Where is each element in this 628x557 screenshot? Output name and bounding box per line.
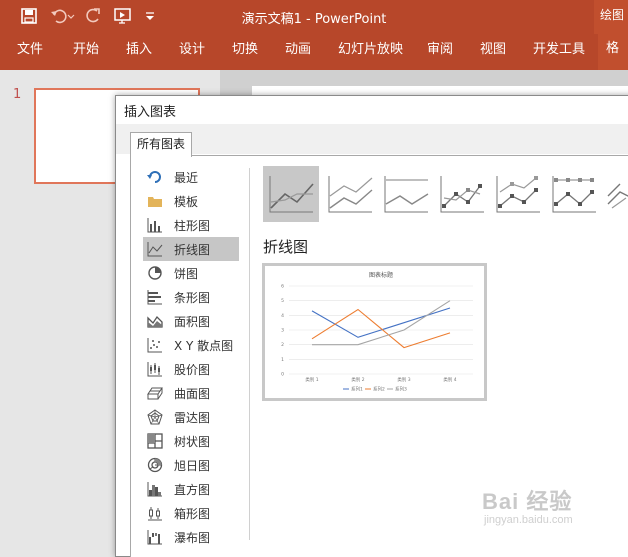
legend-label: 系列3 — [395, 386, 407, 393]
category-divider — [249, 168, 250, 540]
title-bar: 演示文稿1 - PowerPoint 绘图 — [0, 0, 628, 34]
category-label: 箱形图 — [174, 507, 211, 521]
tab-design[interactable]: 设计 — [179, 40, 205, 60]
category-label: 饼图 — [174, 267, 199, 281]
category-label: 折线图 — [174, 243, 211, 257]
area-chart-icon — [147, 313, 163, 329]
subtype-100-percent-stacked-line[interactable] — [378, 166, 434, 222]
subtype-heading: 折线图 — [263, 238, 309, 256]
tab-all-charts[interactable]: 所有图表 — [130, 132, 193, 157]
category-waterfall[interactable]: 瀑布图 — [143, 525, 239, 549]
subtype-100-percent-stacked-line-with-markers[interactable] — [546, 166, 602, 222]
dialog-title: 插入图表 — [124, 105, 177, 120]
tab-format[interactable]: 格 — [598, 34, 628, 70]
x-tick-label: 类别 3 — [397, 376, 410, 383]
category-label: 旭日图 — [174, 459, 211, 473]
series-line-1 — [311, 307, 451, 338]
tab-developer[interactable]: 开发工具 — [533, 40, 585, 60]
y-tick-label: 4 — [281, 313, 284, 319]
dialog-tab-strip — [116, 124, 628, 154]
category-label: 树状图 — [174, 435, 211, 449]
line-chart-icon — [147, 241, 163, 257]
category-histogram[interactable]: 直方图 — [143, 477, 239, 501]
subtype-3d-line[interactable] — [602, 166, 628, 222]
category-label: 面积图 — [174, 315, 211, 329]
y-tick-label: 2 — [281, 342, 284, 348]
preview-chart-svg: 图表标题 0 1 2 3 4 5 6 类别 1 类别 2 类别 3 类别 4 系列1 系列2 系列3 — [281, 271, 473, 393]
category-line[interactable]: 折线图 — [143, 237, 239, 261]
category-box-whisker[interactable]: 箱形图 — [143, 501, 239, 525]
tab-animations[interactable]: 动画 — [285, 40, 311, 60]
chart-preview: 图表标题 0 1 2 3 4 5 6 类别 1 类别 2 类别 3 类别 4 系列1 系列2 系列3 — [262, 263, 487, 401]
y-tick-label: 0 — [281, 372, 284, 378]
stock-chart-icon — [147, 361, 163, 377]
x-tick-label: 类别 2 — [351, 376, 364, 383]
recent-icon — [147, 169, 163, 185]
drawing-tools-tab[interactable]: 绘图 — [594, 0, 628, 34]
watermark-site: jingyan.baidu.com — [484, 514, 573, 526]
tab-slideshow[interactable]: 幻灯片放映 — [338, 40, 403, 60]
tab-insert[interactable]: 插入 — [126, 40, 152, 60]
category-bar[interactable]: 条形图 — [143, 285, 239, 309]
legend-label: 系列1 — [351, 386, 363, 393]
category-label: X Y 散点图 — [174, 339, 234, 353]
category-label: 最近 — [174, 171, 199, 185]
y-tick-label: 3 — [281, 328, 284, 334]
category-sunburst[interactable]: 旭日图 — [143, 453, 239, 477]
subtype-stacked-line-with-markers[interactable] — [490, 166, 546, 222]
folder-icon — [147, 193, 163, 209]
sunburst-chart-icon — [147, 457, 163, 473]
tab-view[interactable]: 视图 — [480, 40, 506, 60]
watermark-logo: Bai 经验 — [482, 489, 573, 514]
baidu-watermark: Bai 经验 jingyan.baidu.com — [478, 482, 628, 540]
tab-home[interactable]: 开始 — [73, 40, 99, 60]
box-whisker-chart-icon — [147, 505, 163, 521]
category-stock[interactable]: 股价图 — [143, 357, 239, 381]
slide-number: 1 — [13, 87, 22, 102]
x-tick-label: 类别 4 — [443, 376, 456, 383]
histogram-chart-icon — [147, 481, 163, 497]
category-radar[interactable]: 雷达图 — [143, 405, 239, 429]
category-label: 曲面图 — [174, 387, 211, 401]
category-templates[interactable]: 模板 — [143, 189, 239, 213]
category-label: 模板 — [174, 195, 199, 209]
category-recent[interactable]: 最近 — [143, 165, 239, 189]
y-tick-label: 1 — [281, 357, 284, 363]
legend-label: 系列2 — [373, 386, 385, 393]
category-label: 条形图 — [174, 291, 211, 305]
category-xy-scatter[interactable]: X Y 散点图 — [143, 333, 239, 357]
category-surface[interactable]: 曲面图 — [143, 381, 239, 405]
x-tick-label: 类别 1 — [305, 376, 318, 383]
subtype-stacked-line[interactable] — [322, 166, 378, 222]
category-label: 股价图 — [174, 363, 211, 377]
category-pie[interactable]: 饼图 — [143, 261, 239, 285]
category-label: 雷达图 — [174, 411, 211, 425]
subtype-line[interactable] — [263, 166, 319, 222]
ribbon-tab-bar: 文件 开始 插入 设计 切换 动画 幻灯片放映 审阅 视图 开发工具 格 — [0, 34, 628, 70]
surface-chart-icon — [147, 385, 163, 401]
bar-chart-icon — [147, 289, 163, 305]
category-treemap[interactable]: 树状图 — [143, 429, 239, 453]
subtype-line-with-markers[interactable] — [434, 166, 490, 222]
waterfall-chart-icon — [147, 529, 163, 545]
category-label: 直方图 — [174, 483, 211, 497]
category-area[interactable]: 面积图 — [143, 309, 239, 333]
radar-chart-icon — [147, 409, 163, 425]
chart-title: 图表标题 — [369, 271, 393, 279]
category-column[interactable]: 柱形图 — [143, 213, 239, 237]
pie-chart-icon — [147, 265, 163, 281]
y-tick-label: 5 — [281, 298, 284, 304]
category-label: 瀑布图 — [174, 531, 211, 545]
scatter-chart-icon — [147, 337, 163, 353]
column-chart-icon — [147, 217, 163, 233]
window-title: 演示文稿1 - PowerPoint — [241, 12, 387, 27]
treemap-chart-icon — [147, 433, 163, 449]
category-label: 柱形图 — [174, 219, 211, 233]
y-tick-label: 6 — [281, 284, 284, 290]
tab-file[interactable]: 文件 — [17, 40, 43, 60]
tab-transitions[interactable]: 切换 — [232, 40, 258, 60]
tab-review[interactable]: 审阅 — [427, 40, 453, 60]
